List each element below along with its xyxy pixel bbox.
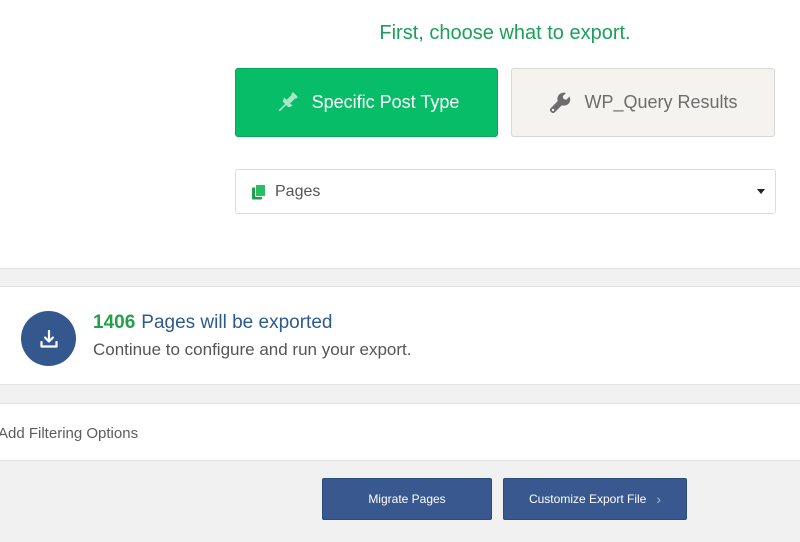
export-type-panel: First, choose what to export. Specific P… [0,0,800,268]
post-type-select[interactable]: Pages [235,169,776,214]
filtering-options-panel: Add Filtering Options [0,404,800,461]
customize-export-file-label: Customize Export File [528,492,647,506]
export-count-text: Pages will be exported [141,312,333,333]
specific-post-type-label: Specific Post Type [311,92,460,112]
export-summary: 1406 Pages will be exported Continue to c… [0,287,800,384]
chevron-down-icon [757,189,765,194]
pin-icon [274,90,300,116]
export-count-line: 1406 Pages will be exported [93,312,332,334]
wp-query-results-label: WP_Query Results [584,92,738,112]
pages-icon [251,183,267,200]
migrate-pages-label: Migrate Pages [368,492,446,506]
migrate-pages-button[interactable]: Migrate Pages [322,478,492,520]
download-icon [21,311,76,366]
export-count: 1406 [93,312,136,333]
footer-actions: Migrate Pages Customize Export File › [0,461,800,542]
section-divider [0,268,800,287]
wrench-icon [548,91,572,115]
specific-post-type-button[interactable]: Specific Post Type [235,68,498,137]
wp-query-results-button[interactable]: WP_Query Results [511,68,775,137]
add-filtering-options-toggle[interactable]: Add Filtering Options [0,425,138,442]
section-divider [0,384,800,404]
page-heading: First, choose what to export. [379,22,631,44]
export-subtext: Continue to configure and run your expor… [93,340,412,359]
customize-export-file-button[interactable]: Customize Export File › [503,478,687,520]
chevron-right-icon: › [656,491,662,507]
post-type-selected-value: Pages [275,182,321,200]
